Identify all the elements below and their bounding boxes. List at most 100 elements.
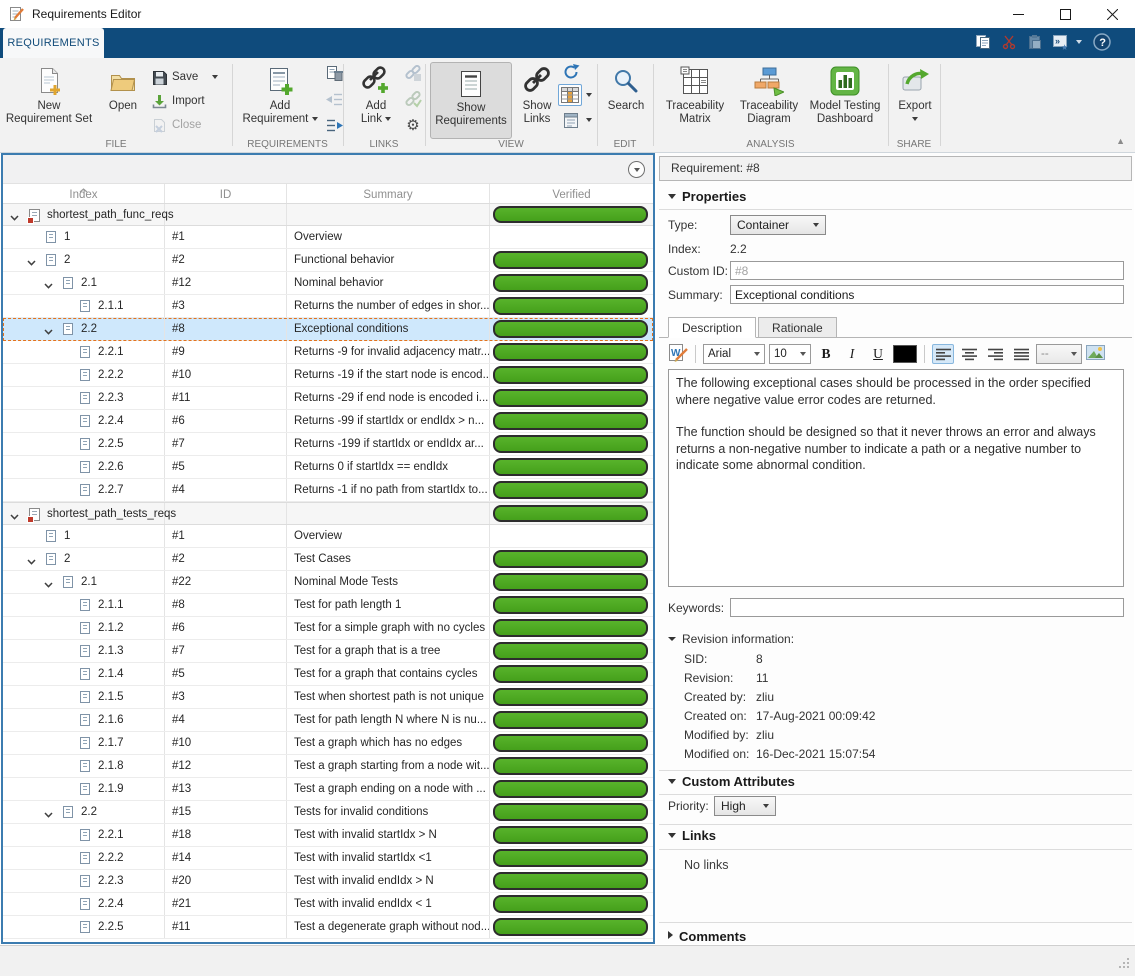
table-row[interactable]: 2 #2 Test Cases — [3, 548, 653, 571]
summary-field[interactable] — [730, 285, 1124, 304]
column-header-verified[interactable]: Verified — [490, 184, 653, 203]
add-requirement-button[interactable]: Add Requirement — [238, 60, 322, 125]
align-left-button[interactable] — [932, 344, 954, 364]
column-header-summary[interactable]: Summary — [287, 184, 490, 203]
list-style-select[interactable]: -- — [1036, 344, 1082, 364]
tab-description[interactable]: Description — [668, 317, 756, 338]
traceability-matrix-button[interactable]: Traceability Matrix — [658, 60, 732, 125]
help-icon[interactable]: ? — [1092, 32, 1112, 52]
align-center-button[interactable] — [958, 344, 980, 364]
resize-grip[interactable] — [1118, 957, 1130, 972]
column-header-id[interactable]: ID — [165, 184, 287, 203]
add-requirement-caret[interactable] — [312, 117, 318, 121]
search-button[interactable]: Search — [602, 60, 650, 112]
show-links-button[interactable]: Show Links — [514, 60, 560, 125]
table-row[interactable]: 2.2 #8 Exceptional conditions — [3, 318, 653, 341]
export-caret[interactable] — [912, 117, 918, 121]
model-testing-dashboard-button[interactable]: Model Testing Dashboard — [806, 60, 884, 125]
align-justify-button[interactable] — [1010, 344, 1032, 364]
type-dropdown[interactable]: Container — [730, 215, 826, 235]
table-row[interactable]: 2.1.1 #3 Returns the number of edges in … — [3, 295, 653, 318]
italic-button[interactable]: I — [841, 344, 863, 364]
word-export-icon[interactable]: W — [668, 343, 688, 365]
shortcuts-icon[interactable]: »★ — [1051, 32, 1071, 52]
insert-image-icon[interactable] — [1086, 345, 1105, 363]
new-requirement-set-button[interactable]: New Requirement Set — [4, 60, 94, 125]
table-row[interactable]: 2.1.8 #12 Test a graph starting from a n… — [3, 755, 653, 778]
table-row[interactable]: 2.2.1 #9 Returns -9 for invalid adjacenc… — [3, 341, 653, 364]
add-link-button[interactable]: Add Link — [349, 60, 403, 125]
column-options-icon[interactable] — [628, 161, 645, 178]
comments-section-header[interactable]: Comments — [668, 929, 746, 944]
tab-requirements[interactable]: REQUIREMENTS — [3, 28, 104, 58]
links-section-header[interactable]: Links — [668, 828, 716, 843]
keywords-field[interactable] — [730, 598, 1124, 617]
text-color-swatch[interactable] — [893, 345, 917, 363]
export-button[interactable]: Export — [892, 60, 938, 125]
tree-expand-chevron[interactable] — [44, 809, 53, 815]
table-row[interactable]: 2.2.7 #4 Returns -1 if no path from star… — [3, 479, 653, 502]
table-row[interactable]: 2.1.1 #8 Test for path length 1 — [3, 594, 653, 617]
table-row[interactable]: 1 #1 Overview — [3, 525, 653, 548]
table-row[interactable]: 2.2.6 #5 Returns 0 if startIdx == endIdx — [3, 456, 653, 479]
tree-expand-chevron[interactable] — [10, 212, 19, 218]
underline-button[interactable]: U — [867, 344, 889, 364]
traceability-diagram-button[interactable]: Traceability Diagram — [732, 60, 806, 125]
table-row[interactable]: 2 #2 Functional behavior — [3, 249, 653, 272]
table-row[interactable]: 2.2.4 #21 Test with invalid endIdx < 1 — [3, 893, 653, 916]
table-row[interactable]: shortest_path_tests_reqs — [3, 502, 653, 525]
copy-icon[interactable] — [973, 32, 993, 52]
priority-dropdown[interactable]: High — [714, 796, 776, 816]
tab-rationale[interactable]: Rationale — [758, 317, 837, 338]
table-row[interactable]: 2.1.6 #4 Test for path length N where N … — [3, 709, 653, 732]
table-row[interactable]: 2.2.4 #6 Returns -99 if startIdx or endI… — [3, 410, 653, 433]
table-row[interactable]: 2.1.7 #10 Test a graph which has no edge… — [3, 732, 653, 755]
columns-view-caret[interactable] — [586, 93, 592, 97]
table-row[interactable]: 2.2.5 #11 Test a degenerate graph withou… — [3, 916, 653, 939]
table-row[interactable]: 2.1.3 #7 Test for a graph that is a tree — [3, 640, 653, 663]
delete-requirement-icon[interactable] — [324, 63, 344, 83]
close-button[interactable] — [1089, 0, 1135, 28]
show-requirements-button[interactable]: Show Requirements — [430, 62, 512, 139]
revision-information-header[interactable]: Revision information: — [668, 630, 794, 648]
add-link-caret[interactable] — [385, 117, 391, 121]
font-family-select[interactable]: Arial — [703, 344, 765, 364]
link-settings-gear-icon[interactable]: ⚙ — [403, 115, 423, 135]
report-view-icon[interactable] — [561, 110, 581, 130]
table-row[interactable]: 2.1.5 #3 Test when shortest path is not … — [3, 686, 653, 709]
demote-requirement-icon[interactable] — [324, 115, 344, 135]
shortcuts-caret[interactable] — [1076, 40, 1082, 44]
table-row[interactable]: 2.1 #22 Nominal Mode Tests — [3, 571, 653, 594]
table-row[interactable]: 2.2.5 #7 Returns -199 if startIdx or end… — [3, 433, 653, 456]
save-button[interactable]: Save — [150, 66, 226, 88]
custom-id-field[interactable] — [730, 261, 1124, 280]
table-row[interactable]: 2.1 #12 Nominal behavior — [3, 272, 653, 295]
tree-expand-chevron[interactable] — [10, 511, 19, 517]
tree-expand-chevron[interactable] — [44, 326, 53, 332]
table-row[interactable]: 2.2.3 #11 Returns -29 if end node is enc… — [3, 387, 653, 410]
maximize-button[interactable] — [1042, 0, 1088, 28]
font-size-select[interactable]: 10 — [769, 344, 811, 364]
table-row[interactable]: 2.2.3 #20 Test with invalid endIdx > N — [3, 870, 653, 893]
bold-button[interactable]: B — [815, 344, 837, 364]
minimize-button[interactable] — [995, 0, 1041, 28]
tree-expand-chevron[interactable] — [44, 579, 53, 585]
table-row[interactable]: 1 #1 Overview — [3, 226, 653, 249]
paste-icon[interactable] — [1025, 32, 1045, 52]
table-row[interactable]: 2.2.1 #18 Test with invalid startIdx > N — [3, 824, 653, 847]
custom-attributes-section-header[interactable]: Custom Attributes — [668, 774, 795, 789]
import-button[interactable]: Import — [150, 90, 226, 112]
properties-section-header[interactable]: Properties — [668, 189, 746, 204]
align-right-button[interactable] — [984, 344, 1006, 364]
tree-expand-chevron[interactable] — [44, 280, 53, 286]
refresh-icon[interactable] — [561, 62, 581, 82]
tree-expand-chevron[interactable] — [27, 556, 36, 562]
collapse-ribbon-icon[interactable]: ▲ — [1116, 136, 1125, 146]
table-row[interactable]: 2.1.9 #13 Test a graph ending on a node … — [3, 778, 653, 801]
save-caret[interactable] — [212, 75, 218, 79]
table-row[interactable]: shortest_path_func_reqs — [3, 203, 653, 226]
table-row[interactable]: 2.1.4 #5 Test for a graph that contains … — [3, 663, 653, 686]
columns-view-icon[interactable] — [558, 84, 582, 106]
open-button[interactable]: Open — [98, 60, 148, 112]
report-view-caret[interactable] — [586, 118, 592, 122]
